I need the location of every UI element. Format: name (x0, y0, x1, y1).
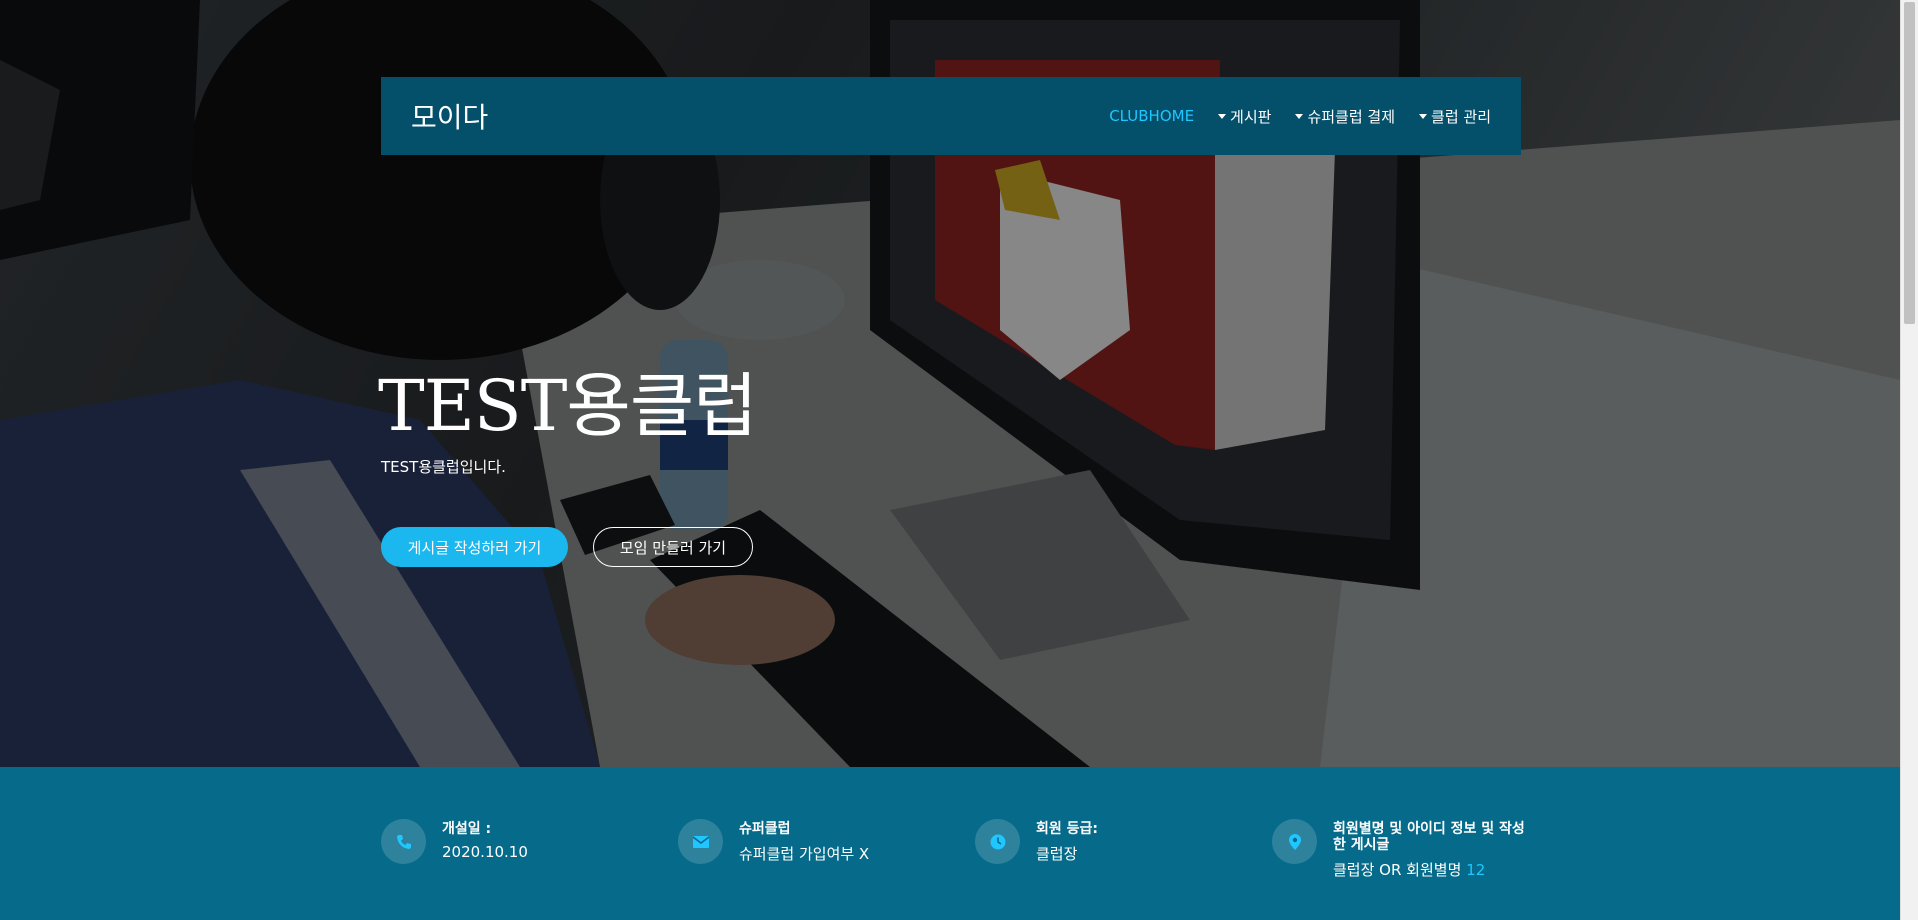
info-value: 2020.10.10 (442, 843, 528, 861)
info-label: 개설일 : (442, 821, 492, 837)
info-value: 클럽장 (1036, 845, 1078, 863)
nav-item-label: 게시판 (1230, 107, 1272, 126)
caret-down-icon (1419, 113, 1428, 119)
info-label: 회원 등급: (1036, 821, 1098, 837)
nav-item-label: CLUBHOME (1109, 107, 1195, 125)
phone-icon (381, 819, 426, 864)
navbar: 모이다 CLUBHOME 게시판 슈퍼클럽 결제 클럽 관리 (381, 77, 1521, 155)
map-marker-icon (1272, 819, 1317, 864)
info-label: 회원별명 및 아이디 정보 및 작성한 게시글 (1333, 821, 1525, 853)
create-meeting-button[interactable]: 모임 만들러 가기 (593, 527, 753, 567)
scrollbar-thumb[interactable] (1904, 2, 1915, 324)
nav-item-club-management[interactable]: 클럽 관리 (1419, 106, 1491, 127)
info-value: 클럽장 OR 회원별명 12 (1333, 859, 1533, 880)
info-item-member-info: 회원별명 및 아이디 정보 및 작성한 게시글 클럽장 OR 회원별명 12 (1272, 819, 1533, 880)
nav-menu: CLUBHOME 게시판 슈퍼클럽 결제 클럽 관리 (1109, 106, 1491, 127)
nav-item-board[interactable]: 게시판 (1218, 106, 1271, 127)
caret-down-icon (1295, 113, 1304, 119)
hero-title: TEST용클럽 (378, 365, 758, 447)
nav-item-superclub-payment[interactable]: 슈퍼클럽 결제 (1295, 106, 1395, 127)
caret-down-icon (1218, 113, 1227, 119)
member-nickname-text: 클럽장 OR 회원별명 (1333, 861, 1462, 879)
hero-section: 모이다 CLUBHOME 게시판 슈퍼클럽 결제 클럽 관리 TEST용클럽 T… (0, 0, 1900, 767)
page-scrollbar[interactable] (1900, 0, 1918, 920)
info-item-founded: 개설일 : 2020.10.10 (381, 819, 528, 864)
nav-item-label: 슈퍼클럽 결제 (1307, 107, 1396, 126)
brand-logo[interactable]: 모이다 (411, 96, 1109, 136)
info-item-superclub: 슈퍼클럽 슈퍼클럽 가입여부 X (678, 819, 869, 864)
nav-item-label: 클럽 관리 (1431, 107, 1491, 126)
post-count[interactable]: 12 (1466, 861, 1485, 879)
info-item-member-grade: 회원 등급: 클럽장 (975, 819, 1098, 864)
clock-icon (975, 819, 1020, 864)
hero-subtitle: TEST용클럽입니다. (381, 458, 506, 476)
club-info-band: 개설일 : 2020.10.10 슈퍼클럽 슈퍼클럽 가입여부 X 회원 등급:… (0, 767, 1900, 920)
write-post-button[interactable]: 게시글 작성하러 가기 (381, 527, 568, 567)
info-label: 슈퍼클럽 (739, 821, 791, 837)
nav-item-clubhome[interactable]: CLUBHOME (1109, 107, 1194, 125)
envelope-icon (678, 819, 723, 864)
info-value: 슈퍼클럽 가입여부 X (739, 845, 870, 863)
